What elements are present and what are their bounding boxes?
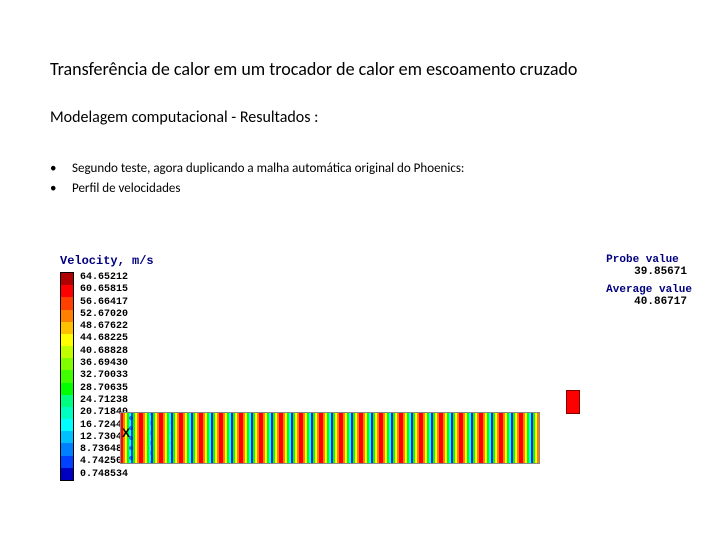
legend-tick: 40.68828 [80, 346, 128, 358]
axis-x-label: X [122, 426, 130, 440]
legend-tick: 0.748534 [80, 469, 128, 481]
legend-tick: 64.65212 [80, 272, 128, 284]
velocity-contour-plot [120, 412, 540, 464]
bullet-icon: • [50, 180, 72, 198]
legend-title: Velocity, m/s [60, 254, 154, 268]
legend-tick: 56.66417 [80, 297, 128, 309]
colorbar [60, 272, 74, 481]
average-value: 40.86717 [634, 296, 692, 308]
probe-label: Probe value [606, 254, 692, 266]
average-label: Average value [606, 284, 692, 296]
probe-value: 39.85671 [634, 266, 692, 278]
legend-tick: 48.67622 [80, 321, 128, 333]
legend-tick: 28.70635 [80, 383, 128, 395]
bullet-list: • Segundo teste, agora duplicando a malh… [50, 160, 464, 199]
page-title: Transferência de calor em um trocador de… [50, 58, 577, 80]
bullet-icon: • [50, 160, 72, 178]
legend-tick: 60.65815 [80, 284, 128, 296]
legend-tick: 32.70033 [80, 370, 128, 382]
legend-tick: 52.67020 [80, 309, 128, 321]
page-subtitle: Modelagem computacional - Resultados : [50, 108, 318, 127]
probe-panel: Probe value 39.85671 Average value 40.86… [606, 254, 692, 314]
list-item-text: Perfil de velocidades [72, 180, 180, 198]
list-item: • Segundo teste, agora duplicando a malh… [50, 160, 464, 178]
legend-tick: 24.71238 [80, 395, 128, 407]
legend-tick: 44.68225 [80, 333, 128, 345]
legend-tick: 36.69430 [80, 358, 128, 370]
list-item: • Perfil de velocidades [50, 180, 464, 198]
list-item-text: Segundo teste, agora duplicando a malha … [72, 160, 464, 178]
probe-marker-icon [566, 390, 580, 414]
